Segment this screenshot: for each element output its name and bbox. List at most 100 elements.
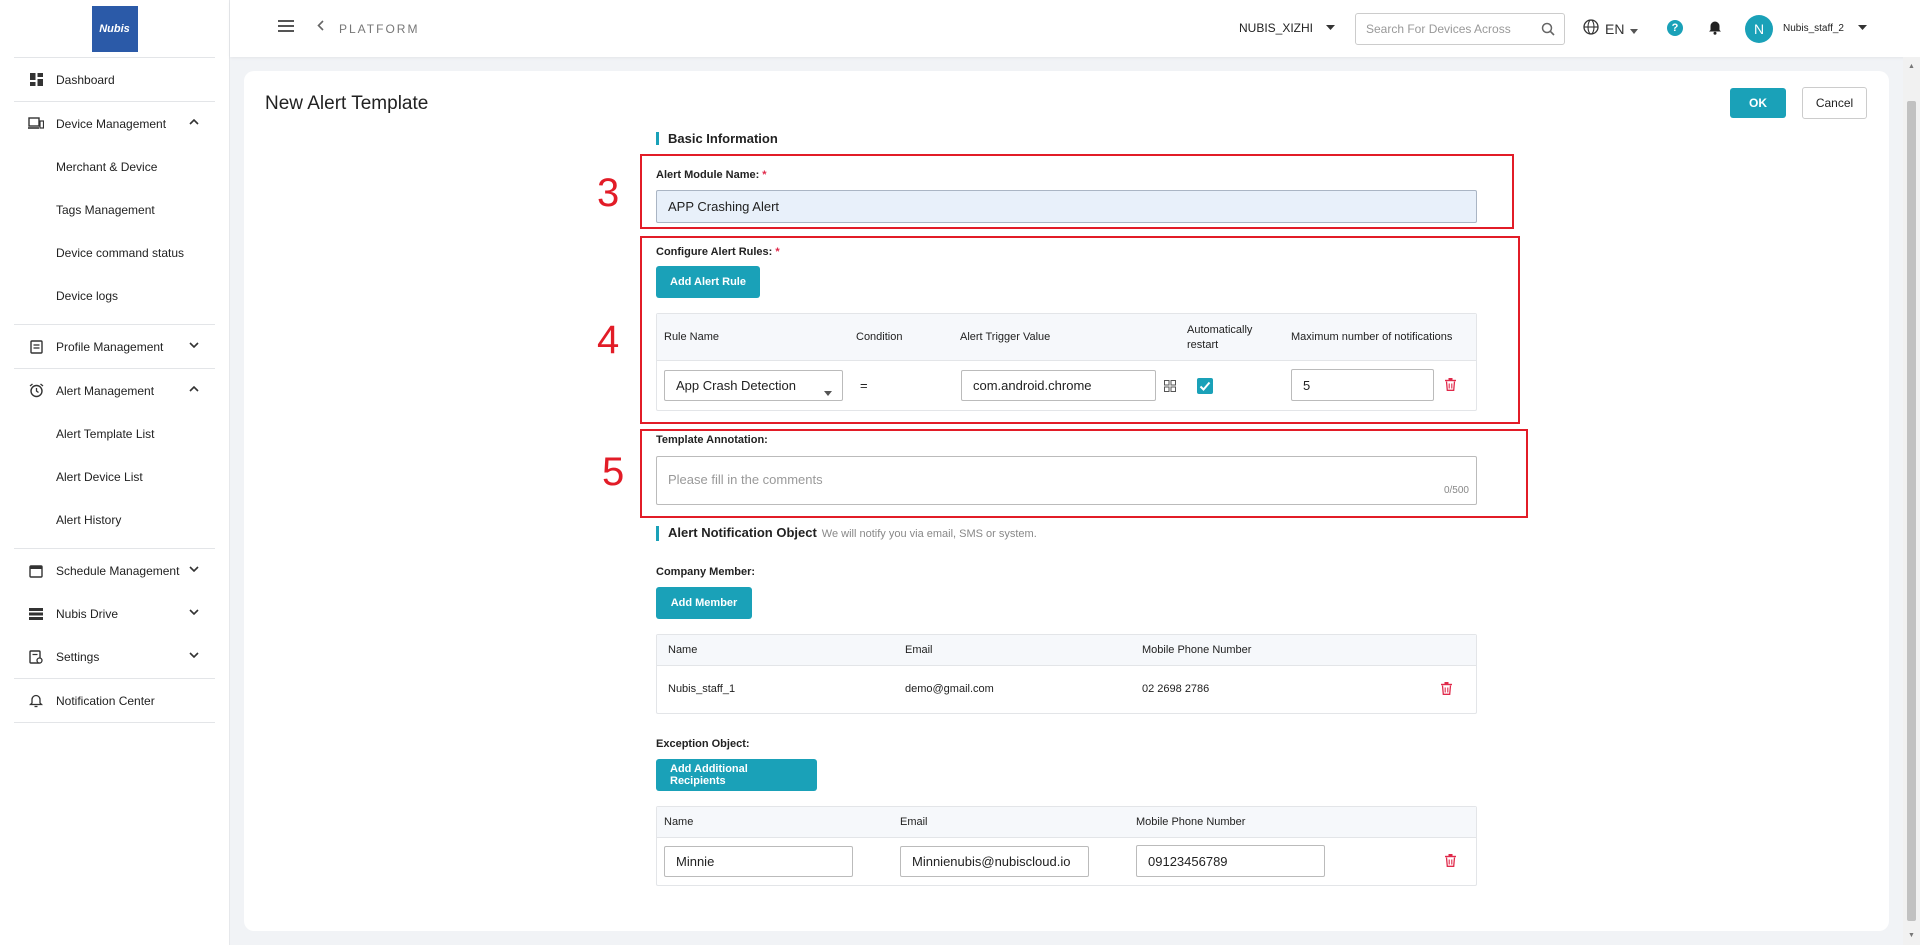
menu-icon[interactable] (278, 20, 294, 32)
page-scrollbar[interactable]: ▲ ▼ (1903, 57, 1920, 945)
col-phone: Mobile Phone Number (1136, 816, 1246, 828)
nav-group-profile: Profile Management (14, 325, 215, 369)
col-max-notifications: Maximum number of notifications (1291, 331, 1453, 343)
section-title-text: Basic Information (668, 131, 778, 146)
delete-icon[interactable] (1445, 854, 1456, 872)
avatar[interactable]: N (1745, 15, 1773, 43)
col-name: Name (664, 816, 694, 828)
language-selector[interactable]: EN (1583, 19, 1639, 38)
sidebar-item-alert-template-list[interactable]: Alert Template List (14, 412, 215, 455)
col-email: Email (900, 816, 928, 828)
sidebar-item-label: Device Management (56, 116, 167, 131)
section-subtitle: We will notify you via email, SMS or sys… (821, 528, 1037, 540)
user-name[interactable]: Nubis_staff_2 (1783, 23, 1844, 34)
calendar-icon (28, 563, 44, 579)
add-member-button[interactable]: Add Member (656, 587, 752, 619)
scroll-up-icon[interactable]: ▲ (1908, 63, 1915, 70)
sidebar-item-tags-management[interactable]: Tags Management (14, 188, 215, 231)
annotation-number-4: 4 (597, 318, 620, 362)
recipient-email-input[interactable]: Minnienubis@nubiscloud.io (900, 846, 1089, 877)
sidebar-item-label: Alert Management (56, 383, 155, 398)
cancel-button[interactable]: Cancel (1802, 87, 1867, 119)
auto-restart-checkbox[interactable] (1197, 378, 1213, 394)
sidebar-item-alert-management[interactable]: Alert Management (14, 369, 215, 412)
sidebar-item-device-command-status[interactable]: Device command status (14, 231, 215, 274)
caret-down-icon[interactable] (1858, 22, 1867, 32)
exception-object-label: Exception Object: (656, 738, 750, 750)
sidebar-item-notification-center[interactable]: Notification Center (14, 679, 215, 722)
section-title-text: Alert Notification Object (668, 525, 817, 540)
chevron-down-icon (189, 650, 199, 661)
exception-object-table: Name Email Mobile Phone Number Minnie Mi… (656, 806, 1477, 886)
required-asterisk: * (775, 246, 780, 258)
sidebar-item-device-management[interactable]: Device Management (14, 102, 215, 145)
col-name: Name (668, 644, 698, 656)
member-email: demo@gmail.com (905, 683, 994, 695)
scroll-thumb[interactable] (1907, 101, 1916, 921)
table-header: Name Email Mobile Phone Number (657, 635, 1476, 666)
rule-name-select[interactable]: App Crash Detection (664, 370, 843, 401)
sidebar-item-settings[interactable]: Settings (14, 635, 215, 678)
help-icon[interactable]: ? (1667, 20, 1683, 36)
delete-icon[interactable] (1445, 378, 1456, 396)
template-annotation-textarea[interactable]: Please fill in the comments 0/500 (656, 456, 1477, 505)
trigger-value-input[interactable]: com.android.chrome (961, 370, 1156, 401)
sidebar-item-alert-history[interactable]: Alert History (14, 498, 215, 541)
sidebar-item-label: Settings (56, 649, 100, 664)
nubis-logo[interactable]: Nubis (91, 5, 138, 52)
sidebar-item-label: Notification Center (56, 693, 155, 708)
devices-icon (28, 116, 44, 132)
company-member-label: Company Member: (656, 566, 756, 578)
nav-group-device: Device Management Merchant & Device Tags… (14, 102, 215, 325)
search-icon[interactable] (1541, 22, 1555, 39)
chevron-down-icon (189, 564, 199, 575)
nav-group-dashboard: Dashboard (14, 58, 215, 102)
col-auto-restart: Automatically restart (1187, 324, 1253, 351)
chevron-down-icon (189, 340, 199, 351)
sidebar-item-profile-management[interactable]: Profile Management (14, 325, 215, 368)
member-name: Nubis_staff_1 (668, 683, 736, 695)
section-basic-information: Basic Information (656, 132, 778, 145)
sidebar-item-label: Schedule Management (56, 563, 180, 578)
sidebar: Nubis Dashboard Device Management Mercha… (0, 0, 230, 945)
nav-group-notification: Notification Center (14, 679, 215, 723)
sidebar-item-nubis-drive[interactable]: Nubis Drive (14, 592, 215, 635)
col-condition: Condition (856, 331, 903, 343)
annotation-number-5: 5 (602, 450, 625, 494)
breadcrumb[interactable]: PLATFORM (339, 22, 419, 36)
logo-area: Nubis (14, 0, 215, 58)
caret-down-icon[interactable] (1326, 22, 1335, 32)
recipient-phone-input[interactable]: 09123456789 (1136, 845, 1325, 877)
company-member-table: Name Email Mobile Phone Number Nubis_sta… (656, 634, 1477, 714)
delete-icon[interactable] (1441, 682, 1452, 700)
app-picker-icon[interactable] (1164, 379, 1176, 397)
chevron-down-icon (189, 607, 199, 618)
char-counter: 0/500 (1443, 485, 1469, 496)
recipient-name-input[interactable]: Minnie (664, 846, 853, 877)
bell-icon[interactable] (1708, 19, 1722, 40)
search-input[interactable] (1366, 22, 1526, 36)
alert-module-name-input[interactable]: APP Crashing Alert (656, 190, 1477, 223)
sidebar-item-dashboard[interactable]: Dashboard (14, 58, 215, 101)
col-trigger-value: Alert Trigger Value (960, 331, 1051, 343)
sidebar-item-schedule-management[interactable]: Schedule Management (14, 549, 215, 592)
col-email: Email (905, 644, 933, 656)
sidebar-item-label: Dashboard (56, 72, 115, 87)
sidebar-item-merchant-device[interactable]: Merchant & Device (14, 145, 215, 188)
add-additional-recipients-button[interactable]: Add Additional Recipients (656, 759, 817, 791)
org-selector[interactable]: NUBIS_XIZHI (1239, 21, 1313, 35)
device-search[interactable] (1355, 13, 1565, 45)
caret-down-icon (1630, 21, 1639, 37)
chevron-left-icon[interactable] (317, 19, 324, 34)
sidebar-item-label: Nubis Drive (56, 606, 119, 621)
alert-module-name-label: Alert Module Name: * (656, 169, 767, 181)
add-alert-rule-button[interactable]: Add Alert Rule (656, 266, 760, 298)
max-notifications-input[interactable]: 5 (1291, 369, 1434, 401)
ok-button[interactable]: OK (1730, 88, 1786, 118)
scroll-down-icon[interactable]: ▼ (1908, 932, 1915, 939)
sidebar-item-device-logs[interactable]: Device logs (14, 274, 215, 317)
table-header: Rule Name Condition Alert Trigger Value … (657, 314, 1476, 361)
alert-rules-table: Rule Name Condition Alert Trigger Value … (656, 313, 1477, 411)
col-rule-name: Rule Name (664, 331, 720, 343)
sidebar-item-alert-device-list[interactable]: Alert Device List (14, 455, 215, 498)
